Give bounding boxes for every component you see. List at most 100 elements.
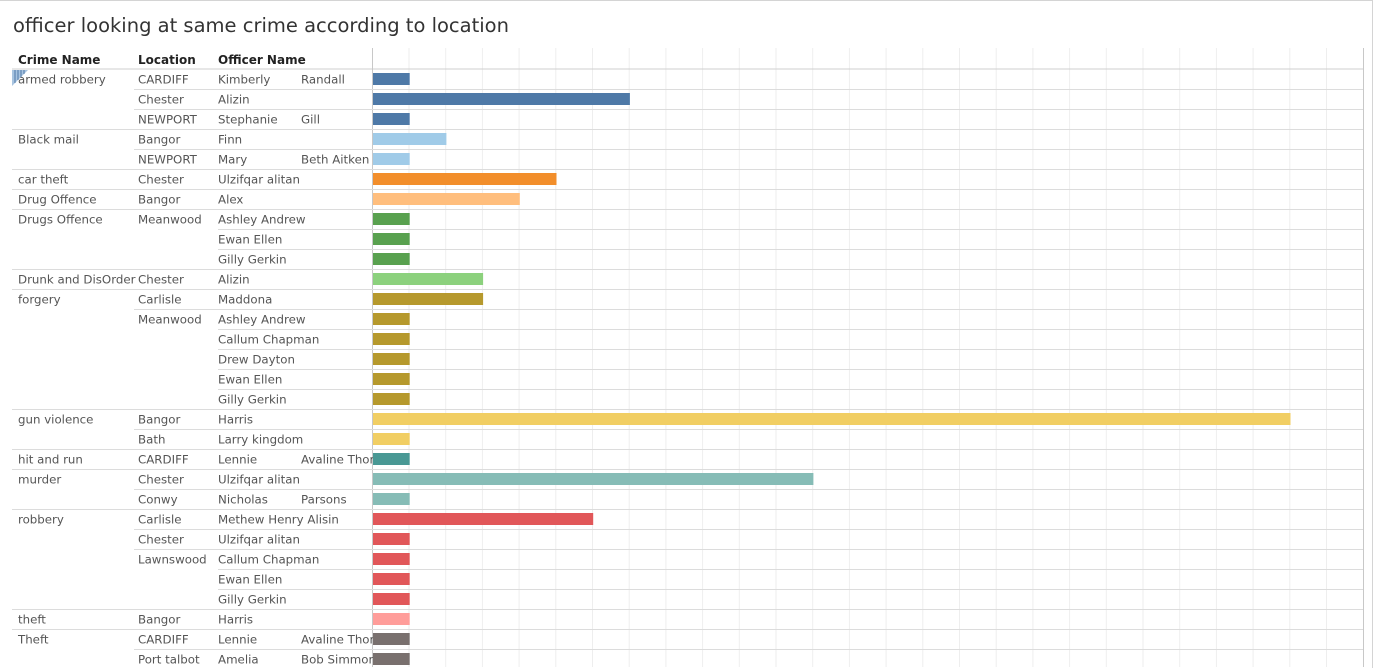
officer-name-label: Avaline Thon (301, 633, 377, 647)
location-label: NEWPORT (138, 153, 198, 167)
bar (373, 273, 484, 285)
bar (373, 193, 520, 205)
bar (373, 373, 410, 385)
location-label: NEWPORT (138, 113, 198, 127)
officer-name-label: Ewan Ellen (218, 373, 282, 387)
crime-name-label: Drug Offence (18, 193, 97, 207)
bar (373, 113, 410, 125)
location-label: Bangor (138, 193, 181, 207)
bar (373, 593, 410, 605)
crime-name-label: Drugs Offence (18, 213, 103, 227)
officer-name-label: Nicholas (218, 493, 268, 507)
bar (373, 313, 410, 325)
location-label: Carlisle (138, 293, 182, 307)
officer-name-label: Ulzifqar alitan (218, 173, 300, 187)
crime-name-label: gun violence (18, 413, 93, 427)
officer-name-label: Bob Simmon (301, 653, 376, 667)
officer-name-label: Finn (218, 133, 242, 147)
location-label: Bangor (138, 613, 181, 627)
crime-name-label: forgery (18, 293, 61, 307)
bar (373, 533, 410, 545)
bar (373, 353, 410, 365)
officer-name-label: Parsons (301, 493, 347, 507)
bar (373, 93, 630, 105)
officer-name-label: Ashley Andrew (218, 313, 306, 327)
officer-name-label: Harris (218, 613, 253, 627)
officer-name-label: Alizin (218, 273, 250, 287)
bar-chart: armed robbery CARDIFF Kimberly Randall Chest… (12, 48, 1364, 667)
officer-name-label: Gilly Gerkin (218, 253, 287, 267)
officer-name-label: Ewan Ellen (218, 233, 282, 247)
crime-name-label: theft (18, 613, 46, 627)
bar (373, 553, 410, 565)
location-label: Meanwood (138, 213, 202, 227)
location-label: CARDIFF (138, 453, 189, 467)
bar (373, 613, 410, 625)
location-label: Chester (138, 533, 184, 547)
bar (373, 573, 410, 585)
crime-name-label: Theft (17, 633, 49, 647)
officer-name-label: Stephanie (218, 113, 278, 127)
officer-name-label: Randall (301, 73, 345, 87)
location-label: Port talbot (138, 653, 200, 667)
officer-name-label: Ewan Ellen (218, 573, 282, 587)
bar (373, 173, 557, 185)
selection-hatch-icon (12, 70, 28, 86)
officer-name-label: Mary (218, 153, 247, 167)
officer-name-label: Avaline Thon (301, 453, 377, 467)
officer-name-label: Lennie (218, 453, 257, 467)
bar (373, 433, 410, 445)
officer-name-label: Drew Dayton (218, 353, 295, 367)
location-label: CARDIFF (138, 633, 189, 647)
bar (373, 133, 447, 145)
location-label: CARDIFF (138, 73, 189, 87)
bar (373, 633, 410, 645)
crime-name-label: car theft (18, 173, 69, 187)
bar (373, 153, 410, 165)
location-label: Carlisle (138, 513, 182, 527)
bar (373, 233, 410, 245)
officer-name-label: Harris (218, 413, 253, 427)
bar (373, 393, 410, 405)
bar (373, 513, 594, 525)
bar (373, 473, 814, 485)
officer-name-label: Maddona (218, 293, 272, 307)
officer-name-label: Gill (301, 113, 320, 127)
location-label: Chester (138, 93, 184, 107)
officer-name-label: Amelia (218, 653, 259, 667)
bar (373, 413, 1291, 425)
officer-name-label: Alex (218, 193, 243, 207)
location-label: Bath (138, 433, 165, 447)
officer-name-label: Lennie (218, 633, 257, 647)
crime-name-label: hit and run (18, 453, 83, 467)
crime-name-label: Black mail (18, 133, 79, 147)
crime-name-label: armed robbery (18, 73, 106, 87)
officer-name-label: Gilly Gerkin (218, 593, 287, 607)
location-label: Lawnswood (138, 553, 207, 567)
officer-name-label: Methew Henry Alisin (218, 513, 339, 527)
location-label: Chester (138, 473, 184, 487)
officer-name-label: Kimberly (218, 73, 270, 87)
bar (373, 213, 410, 225)
location-label: Bangor (138, 133, 181, 147)
officer-name-label: Alizin (218, 93, 250, 107)
location-label: Chester (138, 173, 184, 187)
officer-name-label: Ulzifqar alitan (218, 473, 300, 487)
crime-name-label: robbery (18, 513, 64, 527)
officer-name-label: Larry kingdom (218, 433, 303, 447)
bar (373, 653, 410, 665)
location-label: Conwy (138, 493, 178, 507)
crime-name-label: Drunk and DisOrder (18, 273, 136, 287)
officer-name-label: Callum Chapman (218, 553, 319, 567)
crime-name-label: murder (18, 473, 61, 487)
bar (373, 253, 410, 265)
officer-name-label: Ashley Andrew (218, 213, 306, 227)
location-label: Chester (138, 273, 184, 287)
bar (373, 73, 410, 85)
officer-name-label: Beth Aitken (301, 153, 369, 167)
officer-name-label: Gilly Gerkin (218, 393, 287, 407)
officer-name-label: Ulzifqar alitan (218, 533, 300, 547)
bar (373, 453, 410, 465)
bar (373, 493, 410, 505)
location-label: Meanwood (138, 313, 202, 327)
